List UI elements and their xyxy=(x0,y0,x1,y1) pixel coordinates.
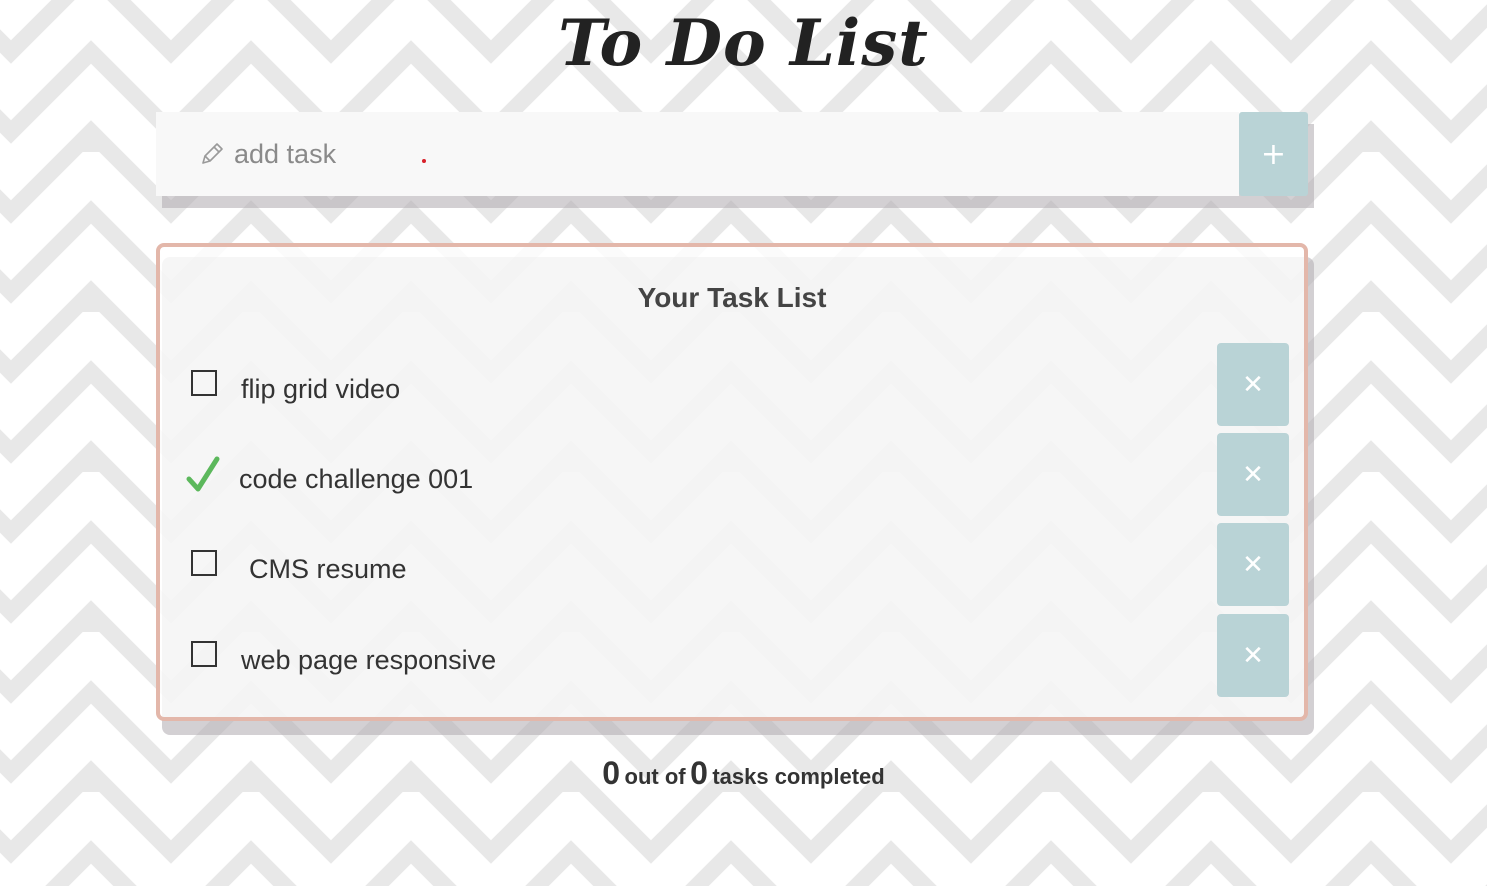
delete-task-button[interactable]: ✕ xyxy=(1217,433,1289,516)
task-label: code challenge 001 xyxy=(239,464,474,494)
task-list-card: Your Task List flip grid video ✕ code ch… xyxy=(156,243,1314,735)
task-row: flip grid video ✕ xyxy=(160,343,1304,427)
task-list-heading: Your Task List xyxy=(637,282,827,313)
task-label: web page responsive xyxy=(241,645,497,675)
delete-task-button[interactable]: ✕ xyxy=(1217,614,1289,697)
add-task-button[interactable]: + xyxy=(1239,112,1308,196)
add-task-form: + xyxy=(156,112,1314,208)
checkmark-icon[interactable] xyxy=(186,455,222,495)
add-task-input[interactable] xyxy=(234,138,1134,170)
task-row: code challenge 001 ✕ xyxy=(160,433,1304,517)
task-checkbox[interactable] xyxy=(191,370,217,396)
delete-task-button[interactable]: ✕ xyxy=(1217,523,1289,606)
counter-middle-text: out of xyxy=(624,764,686,789)
pencil-icon xyxy=(199,141,225,167)
app-title: To Do List xyxy=(558,6,929,81)
task-counter: 0 out of 0 tasks completed xyxy=(0,755,1487,792)
task-list-panel: Your Task List flip grid video ✕ code ch… xyxy=(156,243,1308,721)
task-row: CMS resume ✕ xyxy=(160,523,1304,607)
task-checkbox[interactable] xyxy=(191,641,217,667)
counter-suffix-text: tasks completed xyxy=(712,764,885,789)
task-label: CMS resume xyxy=(249,554,407,584)
total-count: 0 xyxy=(690,755,708,791)
delete-task-button[interactable]: ✕ xyxy=(1217,343,1289,426)
completed-count: 0 xyxy=(602,755,621,791)
task-checkbox[interactable] xyxy=(191,550,217,576)
task-label: flip grid video xyxy=(241,374,401,404)
mouse-cursor-indicator xyxy=(422,159,426,163)
task-row: web page responsive ✕ xyxy=(160,614,1304,698)
add-task-field[interactable] xyxy=(156,112,1239,196)
